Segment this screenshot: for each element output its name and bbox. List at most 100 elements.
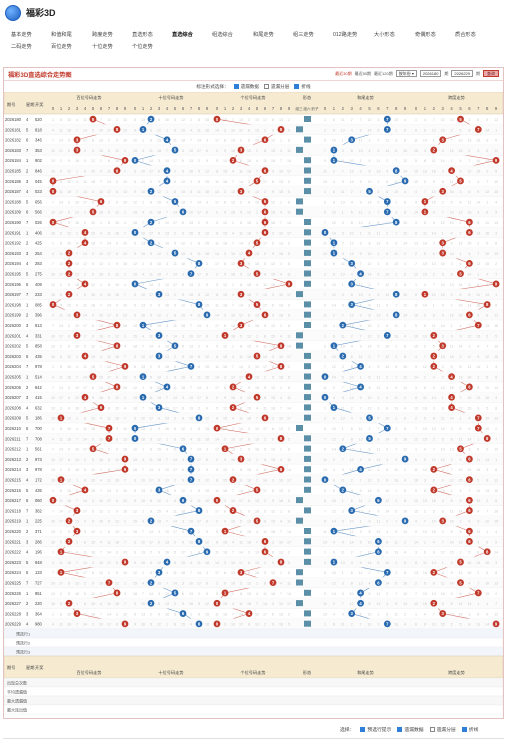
footer-option-polyline[interactable]: 折线 [461,726,478,733]
miss-value: 10 [75,262,79,266]
nav-item[interactable]: 二码走势 [11,43,32,50]
miss-value: 12 [181,180,185,184]
miss-value: 13 [141,303,145,307]
nav-item[interactable]: 跨度走势 [92,31,113,38]
miss-value: 7 [190,509,192,513]
miss-value: 7 [100,612,102,616]
miss-value: 9 [360,345,362,349]
miss-value: 14 [215,314,219,318]
nav-item[interactable]: 奇偶形态 [415,31,436,38]
miss-value: 14 [287,592,291,596]
miss-value: 6 [248,561,250,565]
recent-50-link[interactable]: 最近50期 [355,71,371,77]
miss-value: 2 [288,489,290,493]
option-missing-data[interactable]: 遗漏数据 [233,84,259,90]
query-button[interactable]: 查询 [483,70,499,77]
page-divider [3,738,504,739]
miss-value: 10 [165,406,169,410]
nav-item[interactable]: 大小形态 [374,31,395,38]
miss-value: 2 [198,159,200,163]
miss-value: 12 [133,448,137,452]
miss-value: 8 [60,612,62,616]
miss-value: 7 [256,293,258,297]
miss-value: 9 [92,396,94,400]
recent-30-link[interactable]: 最近30期 [335,71,351,77]
nav-item[interactable]: 个位走势 [132,43,153,50]
miss-value: 4 [142,582,144,586]
footer-option-predict[interactable]: 预选行提示 [360,726,391,733]
miss-value: 14 [239,427,243,431]
miss-value: 4 [495,530,497,534]
miss-value: 13 [394,118,398,122]
miss-value: 11 [287,149,291,153]
nav-item[interactable]: 012路走势 [333,31,357,38]
miss-value: 7 [142,345,144,349]
miss-value: 9 [377,365,379,369]
from-issue-input[interactable]: 2026180 [419,70,442,77]
footer-option-missing-data[interactable]: 遗漏数据 [397,726,424,733]
miss-value: 1 [76,417,78,421]
nav-item[interactable]: 质合形态 [455,31,476,38]
miss-value: 14 [459,509,463,513]
miss-value: 10 [385,345,389,349]
miss-value: 16 [123,509,127,513]
nav-item[interactable]: 十位走势 [92,43,113,50]
miss-value: 3 [395,139,397,143]
miss-value: 8 [174,314,176,318]
miss-value: 1 [166,623,168,627]
miss-value: 16 [231,334,235,338]
miss-value: 10 [332,283,336,287]
miss-value: 11 [149,273,153,277]
miss-value: 4 [190,252,192,256]
miss-value: 7 [76,128,78,132]
miss-value: 4 [232,417,234,421]
nav-item[interactable]: 直选综合 [172,31,193,38]
miss-value: 6 [224,324,226,328]
option-missing-layer[interactable]: 遗漏分层 [263,84,289,90]
miss-value: 10 [350,448,354,452]
miss-value: 12 [368,406,372,410]
miss-value: 17 [59,334,63,338]
nav-item[interactable]: 组三走势 [293,31,314,38]
miss-value: 7 [377,283,379,287]
miss-value: 3 [424,479,426,483]
footer-option-missing-layer[interactable]: 遗漏分层 [429,726,456,733]
nav-item[interactable]: 和尾走势 [253,31,274,38]
miss-value: 10 [494,180,498,184]
miss-value: 16 [279,252,283,256]
miss-value: 12 [403,159,407,163]
miss-value: 4 [124,592,126,596]
nav-item[interactable]: 和值和尾 [51,31,72,38]
to-issue-input[interactable]: 2026229 [451,70,473,77]
miss-value: 2 [415,252,417,256]
recent-120-link[interactable]: 最近120期 [374,71,393,77]
miss-value: 7 [451,139,453,143]
miss-value: 9 [92,273,94,277]
miss-value: 1 [360,520,362,524]
miss-value: 11 [215,180,219,184]
miss-value: 7 [342,602,344,606]
miss-value: 3 [424,149,426,153]
period-select[interactable]: 按年份 ▾ [395,70,417,77]
miss-value: 1 [360,231,362,235]
miss-value: 4 [142,149,144,153]
miss-value: 15 [247,345,251,349]
miss-value: 7 [495,602,497,606]
nav-item[interactable]: 直选形态 [132,31,153,38]
nav-item[interactable]: 百位走势 [51,43,72,50]
nav-item[interactable]: 基本走势 [11,31,32,38]
miss-value: 10 [231,623,235,627]
miss-value: 16 [165,489,169,493]
miss-value: 13 [414,242,418,246]
shape-marker [304,476,311,483]
nav-item[interactable]: 组选综合 [212,31,233,38]
miss-value: 16 [485,231,489,235]
miss-value: 9 [272,128,274,132]
option-polyline[interactable]: 折线 [294,84,311,90]
miss-value: 9 [92,458,94,462]
miss-value: 1 [232,221,234,225]
miss-value: 9 [134,252,136,256]
shape-marker [304,301,311,308]
miss-value: 13 [323,540,327,544]
miss-value: 1 [52,427,54,431]
